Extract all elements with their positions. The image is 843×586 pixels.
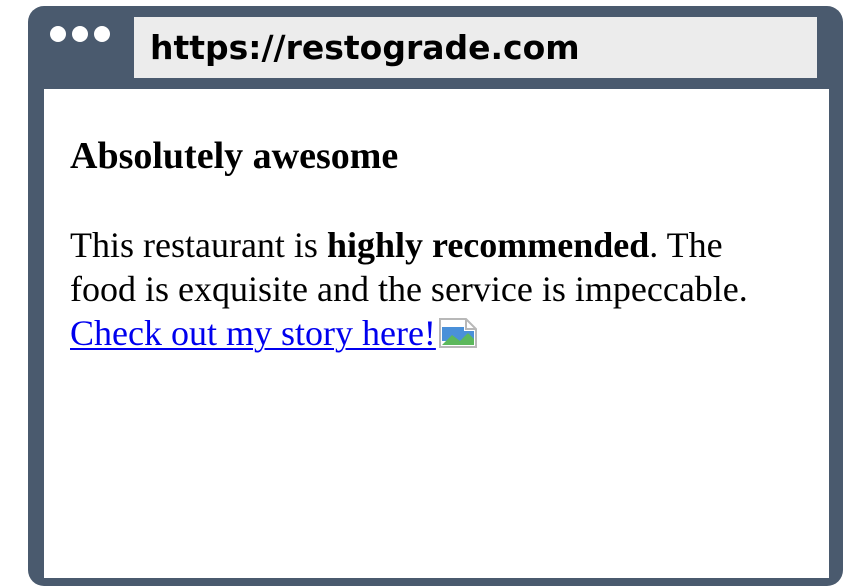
window-dot-3[interactable] xyxy=(94,26,110,42)
window-dot-2[interactable] xyxy=(72,26,88,42)
page-viewport: Absolutely awesome This restaurant is hi… xyxy=(44,89,829,578)
broken-image-icon[interactable] xyxy=(438,315,478,359)
page-heading: Absolutely awesome xyxy=(70,135,399,177)
window-controls xyxy=(50,26,110,42)
window-dot-1[interactable] xyxy=(50,26,66,42)
review-highlight: highly recommended xyxy=(326,224,650,265)
address-bar[interactable]: https://restograde.com xyxy=(134,17,817,78)
review-paragraph: This restaurant is highly recommended. T… xyxy=(70,223,770,360)
url-text: https://restograde.com xyxy=(150,28,580,67)
review-intro: This restaurant is xyxy=(70,224,327,265)
browser-window: https://restograde.com Absolutely awesom… xyxy=(28,6,843,586)
story-link[interactable]: Check out my story here! xyxy=(70,313,436,353)
